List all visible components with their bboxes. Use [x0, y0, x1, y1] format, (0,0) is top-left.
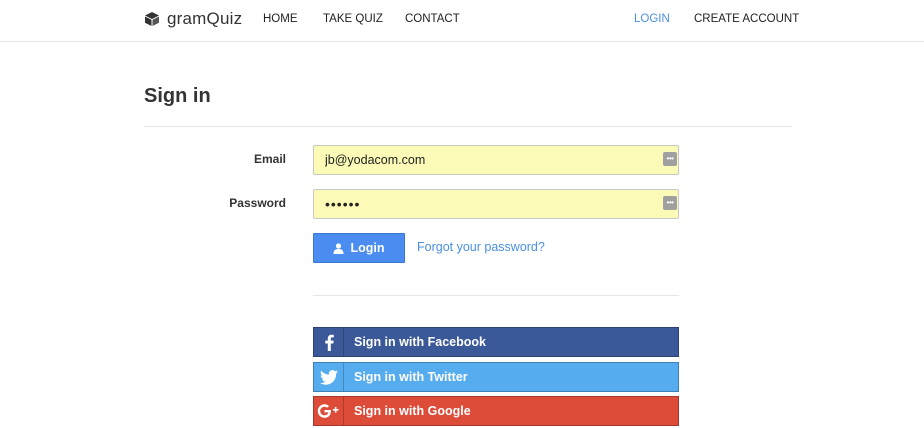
- facebook-signin-label: Sign in with Facebook: [354, 335, 486, 349]
- facebook-signin-button[interactable]: Sign in with Facebook: [313, 327, 679, 357]
- page-title: Sign in: [144, 85, 211, 107]
- login-button-label: Login: [350, 241, 385, 255]
- nav-create-account-link[interactable]: CREATE ACCOUNT: [694, 13, 799, 25]
- facebook-icon: [314, 328, 344, 356]
- cube-icon: [145, 12, 159, 26]
- social-divider: [313, 295, 679, 296]
- password-label: Password: [229, 196, 286, 210]
- login-button[interactable]: Login: [313, 233, 405, 263]
- google-plus-icon: [314, 397, 344, 425]
- twitter-signin-button[interactable]: Sign in with Twitter: [313, 362, 679, 392]
- email-field-wrapper: •••: [313, 145, 679, 175]
- password-manager-icon[interactable]: •••: [663, 196, 677, 210]
- brand-logo-link[interactable]: gramQuiz: [144, 9, 242, 29]
- twitter-signin-label: Sign in with Twitter: [354, 370, 468, 384]
- email-field[interactable]: [313, 145, 679, 175]
- nav-login-link[interactable]: LOGIN: [634, 13, 670, 25]
- password-field-wrapper: •••: [313, 189, 679, 219]
- forgot-password-link[interactable]: Forgot your password?: [417, 240, 545, 254]
- password-field[interactable]: [313, 189, 679, 219]
- google-signin-label: Sign in with Google: [354, 404, 471, 418]
- nav-take-quiz-link[interactable]: TAKE QUIZ: [323, 13, 383, 25]
- user-icon: [333, 242, 344, 254]
- nav-home-link[interactable]: HOME: [263, 13, 298, 25]
- navbar: gramQuiz HOME TAKE QUIZ CONTACT LOGIN CR…: [0, 0, 924, 42]
- password-manager-icon[interactable]: •••: [663, 152, 677, 166]
- twitter-icon: [314, 363, 344, 391]
- title-divider: [144, 126, 792, 127]
- email-label: Email: [253, 152, 286, 166]
- brand-name: gramQuiz: [167, 9, 243, 28]
- google-signin-button[interactable]: Sign in with Google: [313, 396, 679, 426]
- nav-contact-link[interactable]: CONTACT: [405, 13, 460, 25]
